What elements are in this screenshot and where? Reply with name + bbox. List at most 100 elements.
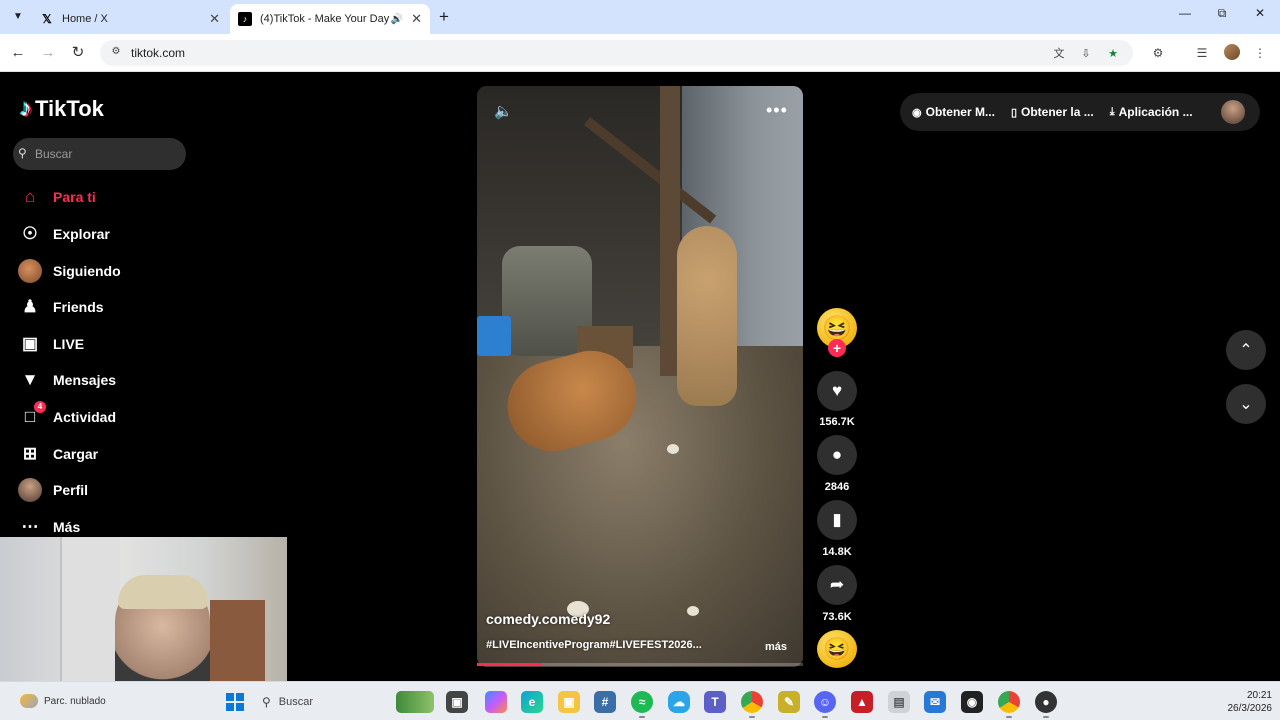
widgets-icon[interactable] <box>396 691 434 713</box>
tab-search-icon[interactable]: ▼ <box>8 7 28 27</box>
sidebar-item-label: LIVE <box>53 336 85 352</box>
media-app-icon[interactable]: ● <box>1035 691 1057 718</box>
clock-time: 20:21 <box>1246 690 1272 701</box>
comment-button[interactable]: ● <box>817 435 857 475</box>
browser-profile-avatar[interactable] <box>1224 44 1240 60</box>
reload-icon[interactable]: ↻ <box>68 43 88 63</box>
user-avatar[interactable] <box>1221 100 1245 124</box>
browser-tab-strip: ▼ 𝕏 Home / X ✕ ♪ (4)TikTok - Make Your D… <box>0 0 1280 34</box>
comment-count: 2846 <box>824 481 850 493</box>
volume-icon[interactable]: 🔈 <box>494 102 513 120</box>
share-button[interactable]: ➦ <box>817 565 857 605</box>
phone-icon: ▯ <box>1010 106 1018 119</box>
tiktok-logo[interactable]: ♪ TikTok <box>20 95 104 123</box>
back-icon[interactable]: ← <box>8 43 28 63</box>
video-progress-bar[interactable] <box>477 663 803 666</box>
more-options-icon[interactable]: ••• <box>766 100 788 121</box>
desktop-app-button[interactable]: ⤓ Aplicación ... <box>1110 105 1193 119</box>
compass-icon: ☉ <box>22 224 38 243</box>
minimize-icon[interactable]: — <box>1175 6 1195 20</box>
speaker-icon[interactable]: 🔊 <box>391 14 403 25</box>
sidebar-item-live[interactable]: ▣ LIVE <box>18 329 84 359</box>
get-app-label: Obtener la ... <box>1021 105 1094 119</box>
tab-title: (4)TikTok - Make Your Day <box>260 13 390 25</box>
taskbar-search[interactable]: ⚲ Buscar <box>262 691 392 713</box>
search-box[interactable]: ⚲ <box>13 138 186 170</box>
url-text: tiktok.com <box>131 46 186 60</box>
download-icon: ⤓ <box>1109 105 1115 118</box>
activity-icon: □ 4 <box>18 401 46 429</box>
windows-taskbar: Parc. nublado ⚲ Buscar ▣ e ▣ # ≈ ☁ T ✎ ☺… <box>0 681 1280 720</box>
sidebar-item-friends[interactable]: ♟ Friends <box>18 292 103 322</box>
game-app-icon[interactable]: ▲ <box>851 691 873 713</box>
sidebar-item-actividad[interactable]: □ 4 Actividad <box>18 401 116 432</box>
teams-icon[interactable]: T <box>704 691 726 713</box>
sidebar-item-explorar[interactable]: ☉ Explorar <box>18 219 110 249</box>
see-more-link[interactable]: más <box>765 641 787 653</box>
copilot-icon[interactable] <box>485 691 507 713</box>
close-tab-icon[interactable]: ✕ <box>209 11 220 27</box>
blue-bucket <box>477 316 511 356</box>
file-explorer-icon[interactable]: ▣ <box>558 691 580 713</box>
music-disc[interactable]: 😆 <box>817 630 857 668</box>
following-avatar <box>18 259 42 283</box>
share-icon: ➦ <box>829 575 845 594</box>
browser-toolbar: ← → ↻ ⚙ tiktok.com 文 ⇩ ★ ⚙ ☰ ⋮ <box>0 34 1280 72</box>
system-clock[interactable]: 20:21 26/3/2026 <box>1212 689 1273 715</box>
video-player[interactable] <box>477 86 803 667</box>
discord-icon[interactable]: ☺ <box>814 691 836 718</box>
document-app-icon[interactable]: ▤ <box>888 691 910 713</box>
like-button[interactable]: ♥ <box>817 371 857 411</box>
get-app-button[interactable]: ▯ Obtener la ... <box>1011 105 1094 119</box>
translate-icon[interactable]: 文 <box>1050 45 1068 63</box>
bookmark-star-icon[interactable]: ★ <box>1104 45 1122 63</box>
chrome-icon[interactable] <box>741 691 763 718</box>
media-control-icon[interactable]: ☰ <box>1193 44 1211 62</box>
desktop-app-label: Aplicación ... <box>1118 105 1193 119</box>
restore-icon[interactable]: ⧉ <box>1212 6 1232 21</box>
edge-icon[interactable]: e <box>521 691 543 713</box>
tab-tiktok[interactable]: ♪ (4)TikTok - Make Your Day 🔊 ✕ <box>230 4 430 34</box>
install-app-icon[interactable]: ⇩ <box>1077 45 1095 63</box>
mail-app-icon[interactable]: ✉ <box>924 691 946 713</box>
sidebar-item-mensajes[interactable]: ▼ Mensajes <box>18 365 116 395</box>
save-button[interactable]: ▮ <box>817 500 857 540</box>
room-door <box>60 537 120 700</box>
close-window-icon[interactable]: ✕ <box>1250 6 1270 20</box>
sidebar-item-label: Mensajes <box>53 372 117 388</box>
onedrive-icon[interactable]: ☁ <box>668 691 690 713</box>
spotify-icon[interactable]: ≈ <box>631 691 653 718</box>
streamer-hair <box>118 575 208 609</box>
obs-icon[interactable]: ◉ <box>961 691 983 713</box>
chrome-profile-icon[interactable] <box>998 691 1020 718</box>
new-tab-button[interactable]: + <box>434 7 454 27</box>
sidebar-item-label: Explorar <box>53 226 110 242</box>
sidebar-item-perfil[interactable]: Perfil <box>18 475 88 505</box>
get-coins-button[interactable]: ◉ Obtener M... <box>912 105 995 119</box>
start-button[interactable] <box>226 693 244 711</box>
extensions-icon[interactable]: ⚙ <box>1149 44 1167 62</box>
weather-widget[interactable]: Parc. nublado <box>20 694 106 708</box>
search-input[interactable] <box>35 144 175 164</box>
tab-home-x[interactable]: 𝕏 Home / X ✕ <box>32 4 228 34</box>
video-author[interactable]: comedy.comedy92 <box>486 611 610 627</box>
previous-video-button[interactable]: ⌃ <box>1226 330 1266 370</box>
sidebar-item-para-ti[interactable]: ⌂ Para ti <box>18 182 96 212</box>
address-bar[interactable]: ⚙ tiktok.com 文 ⇩ ★ <box>100 40 1133 66</box>
site-info-icon[interactable]: ⚙ <box>109 46 123 60</box>
sidebar-item-cargar[interactable]: ⊞ Cargar <box>18 439 98 469</box>
notepad-icon[interactable]: ✎ <box>778 691 800 713</box>
like-count: 156.7K <box>819 416 855 428</box>
sidebar-item-siguiendo[interactable]: Siguiendo <box>18 256 121 286</box>
browser-menu-icon[interactable]: ⋮ <box>1251 44 1269 62</box>
bookmark-icon: ▮ <box>832 510 842 529</box>
calculator-icon[interactable]: # <box>594 691 616 713</box>
egg <box>687 606 699 616</box>
next-video-button[interactable]: ⌄ <box>1226 384 1266 424</box>
task-view-icon[interactable]: ▣ <box>446 691 468 713</box>
follow-plus-icon[interactable]: + <box>828 339 846 357</box>
search-icon: ⚲ <box>262 695 271 709</box>
forward-icon[interactable]: → <box>38 43 58 63</box>
close-tab-icon[interactable]: ✕ <box>411 11 422 27</box>
tiktok-wordmark: TikTok <box>35 96 104 121</box>
